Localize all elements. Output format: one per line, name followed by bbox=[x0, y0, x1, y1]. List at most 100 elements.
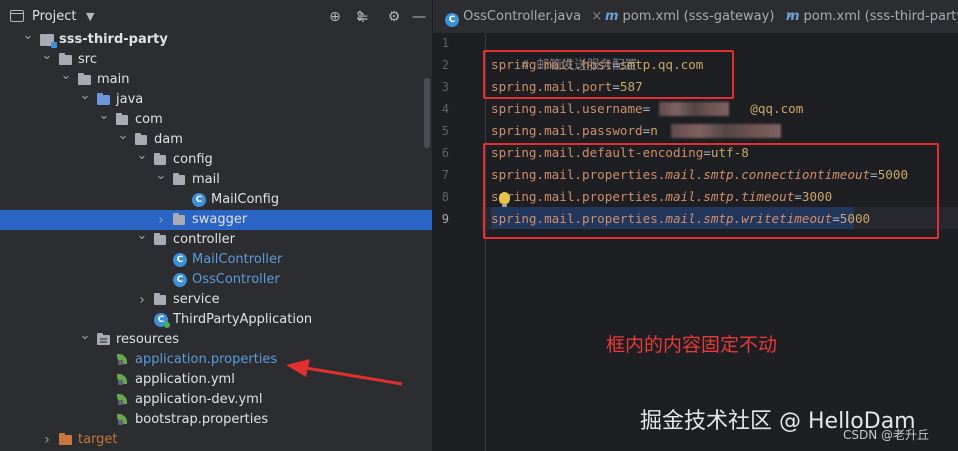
maven-icon: m bbox=[786, 9, 800, 24]
tab-label: pom.xml (sss-gateway) bbox=[622, 9, 775, 24]
tree-item-bootstrap-properties[interactable]: bootstrap.properties bbox=[0, 410, 433, 430]
app-class-icon: C bbox=[154, 313, 170, 328]
project-view-selector[interactable]: Project bbox=[32, 9, 76, 24]
line-number: 6 bbox=[441, 146, 449, 160]
code-line-4: spring.mail.username= @qq.com bbox=[491, 101, 804, 116]
spring-leaf-icon bbox=[116, 354, 128, 366]
spring-leaf-icon bbox=[116, 374, 128, 386]
chevron-right-icon[interactable]: › bbox=[155, 210, 167, 230]
line-number: 4 bbox=[441, 102, 449, 116]
collapse-all-icon[interactable]: ≑ bbox=[354, 9, 372, 27]
tree-item-sss-third-party[interactable]: ⌄ sss-third-party bbox=[0, 28, 433, 50]
tree-item-mailconfig[interactable]: C MailConfig bbox=[0, 190, 433, 210]
tree-item-thirdpartyapplication[interactable]: C ThirdPartyApplication bbox=[0, 310, 433, 330]
project-window-icon bbox=[10, 10, 24, 22]
tree-item-com[interactable]: ⌄ com bbox=[0, 108, 433, 130]
tree-item-label: bootstrap.properties bbox=[135, 412, 269, 427]
tree-item-label: controller bbox=[173, 232, 236, 247]
gear-icon[interactable]: ⚙ bbox=[385, 8, 403, 26]
chevron-down-icon[interactable]: ⌄ bbox=[79, 86, 91, 106]
chevron-down-icon[interactable]: ⌄ bbox=[98, 106, 110, 126]
folder-icon bbox=[59, 53, 72, 65]
spring-leaf-icon bbox=[116, 394, 128, 406]
tab-label: pom.xml (sss-third-party) bbox=[803, 9, 958, 24]
class-icon: C bbox=[173, 273, 187, 287]
property-value: n bbox=[650, 123, 658, 138]
chevron-down-icon[interactable]: ⌄ bbox=[79, 326, 91, 346]
tree-item-dam[interactable]: ⌄ dam bbox=[0, 128, 433, 150]
tree-item-label: mail bbox=[192, 172, 220, 187]
tree-item-label: sss-third-party bbox=[59, 32, 168, 47]
tab-oss-controller[interactable]: C OssController.java × bbox=[445, 0, 602, 34]
chevron-down-icon[interactable]: ⌄ bbox=[22, 26, 34, 46]
minimize-icon[interactable]: — bbox=[410, 8, 428, 26]
tree-item-label: service bbox=[173, 292, 220, 307]
tree-item-swagger[interactable]: › swagger bbox=[0, 210, 433, 230]
tree-item-controller[interactable]: ⌄ controller bbox=[0, 228, 433, 250]
module-folder-icon bbox=[40, 34, 57, 48]
tree-item-mail[interactable]: ⌄ mail bbox=[0, 168, 433, 190]
chevron-down-icon[interactable]: ⌄ bbox=[136, 226, 148, 246]
chevron-right-icon[interactable]: › bbox=[136, 290, 148, 310]
tree-item-service[interactable]: › service bbox=[0, 290, 433, 310]
line-number: 5 bbox=[441, 124, 449, 138]
property-key: spring.mail.password bbox=[491, 123, 643, 138]
editor-tab-bar: C OssController.java × m pom.xml (sss-gat… bbox=[433, 0, 958, 34]
redacted-blur bbox=[659, 102, 729, 116]
redacted-blur bbox=[671, 124, 781, 138]
close-icon[interactable]: × bbox=[591, 9, 602, 24]
resources-folder-icon bbox=[97, 333, 110, 345]
chevron-down-icon[interactable]: ⌄ bbox=[41, 46, 53, 66]
locate-file-icon[interactable]: ⊕ bbox=[326, 8, 344, 26]
tree-item-label: application.properties bbox=[135, 352, 278, 367]
tree-item-label: swagger bbox=[192, 212, 248, 227]
highlight-box-host-port bbox=[483, 50, 734, 99]
tree-item-label: main bbox=[97, 72, 130, 87]
line-number-gutter: 1 2 3 4 5 6 7 8 9 bbox=[433, 34, 481, 451]
csdn-watermark: CSDN @老升丘 bbox=[843, 428, 930, 442]
tab-pom-gateway[interactable]: m pom.xml (sss-gateway) × bbox=[605, 0, 795, 34]
line-number: 3 bbox=[441, 80, 449, 94]
tree-item-label: MailConfig bbox=[211, 192, 280, 207]
chevron-down-icon[interactable]: ⌄ bbox=[117, 126, 129, 146]
chevron-down-icon[interactable]: ⌄ bbox=[60, 66, 72, 86]
line-number: 2 bbox=[441, 58, 449, 72]
tree-item-label: java bbox=[116, 92, 144, 107]
line-number: 8 bbox=[441, 190, 449, 204]
line-number: 7 bbox=[441, 168, 449, 182]
tree-item-label: target bbox=[78, 432, 118, 447]
chevron-down-icon[interactable]: ⌄ bbox=[136, 146, 148, 166]
class-icon: C bbox=[445, 13, 459, 27]
folder-icon bbox=[78, 73, 91, 85]
tree-item-mailcontroller[interactable]: C MailController bbox=[0, 250, 433, 270]
tree-item-label: config bbox=[173, 152, 213, 167]
tree-item-config[interactable]: ⌄ config bbox=[0, 148, 433, 170]
tree-item-java[interactable]: ⌄ java bbox=[0, 88, 433, 110]
class-icon: C bbox=[173, 253, 187, 267]
tree-item-target[interactable]: › target bbox=[0, 430, 433, 450]
tab-pom-third-party[interactable]: m pom.xml (sss-third-party) bbox=[786, 0, 958, 34]
project-panel-header: Project ▼ ⊕ ⇕ ≑ ⚙ — bbox=[0, 0, 433, 34]
property-key: spring.mail.username bbox=[491, 101, 643, 116]
package-icon bbox=[116, 113, 128, 125]
line-number: 1 bbox=[441, 36, 449, 50]
package-icon bbox=[173, 213, 185, 225]
tree-item-label: MailController bbox=[192, 252, 283, 267]
chevron-down-icon[interactable]: ⌄ bbox=[155, 166, 167, 186]
package-icon bbox=[154, 153, 166, 165]
code-line-5: spring.mail.password=n bbox=[491, 123, 658, 138]
tree-item-label: com bbox=[135, 112, 163, 127]
chevron-down-icon[interactable]: ▼ bbox=[86, 10, 94, 23]
chevron-right-icon[interactable]: › bbox=[41, 430, 53, 450]
tree-item-osscontroller[interactable]: C OssController bbox=[0, 270, 433, 290]
tree-item-main[interactable]: ⌄ main bbox=[0, 68, 433, 90]
package-icon bbox=[135, 133, 147, 145]
class-icon: C bbox=[192, 193, 206, 207]
tree-item-label: resources bbox=[116, 332, 180, 347]
tree-item-resources[interactable]: ⌄ resources bbox=[0, 328, 433, 350]
tree-item-label: dam bbox=[154, 132, 183, 147]
tree-item-label: application.yml bbox=[135, 372, 235, 387]
tree-item-label: ThirdPartyApplication bbox=[173, 312, 313, 327]
maven-icon: m bbox=[605, 9, 619, 24]
package-icon bbox=[154, 233, 166, 245]
